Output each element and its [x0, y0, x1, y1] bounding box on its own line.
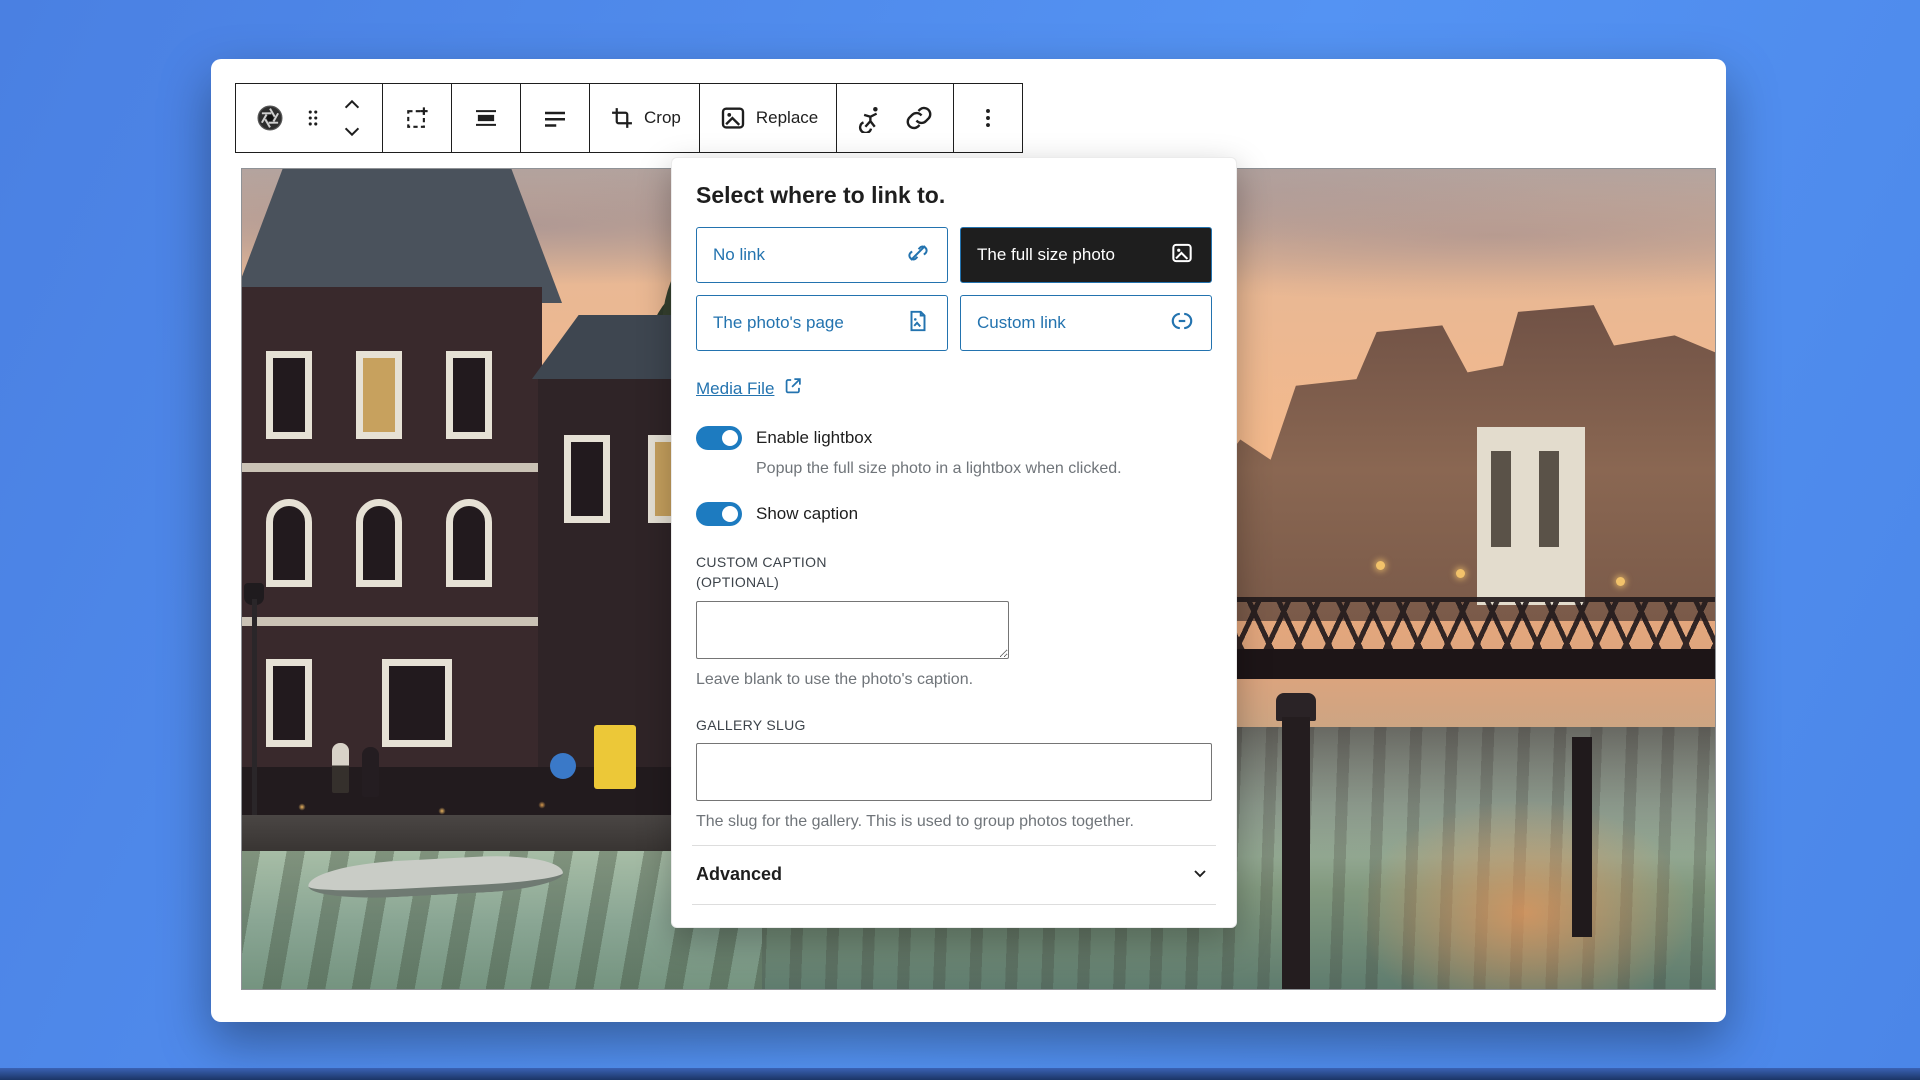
block-aperture-icon [255, 103, 285, 133]
link-settings-popover: Select where to link to. No link The ful… [671, 157, 1237, 928]
photo-building-left [241, 287, 542, 835]
crop-button[interactable]: Crop [600, 88, 689, 148]
align-none-icon [471, 103, 501, 133]
link-option-label: Custom link [977, 313, 1066, 333]
gallery-slug-label: GALLERY SLUG [696, 715, 1212, 735]
options-menu-icon [975, 103, 1001, 133]
link-option-label: No link [713, 245, 765, 265]
link-option-label: The photo's page [713, 313, 844, 333]
show-caption-label: Show caption [756, 504, 858, 524]
custom-caption-label: CUSTOM CAPTION (OPTIONAL) [696, 552, 866, 593]
photo-roof [241, 168, 562, 303]
page-image-icon [905, 308, 931, 339]
popover-title: Select where to link to. [696, 182, 1212, 209]
photo-yellow-sign [594, 725, 636, 789]
alignment-button[interactable] [462, 88, 510, 148]
advanced-label: Advanced [696, 864, 782, 885]
link-option-label: The full size photo [977, 245, 1115, 265]
move-up-button[interactable] [332, 90, 372, 118]
link-options-grid: No link The full size photo The photo's … [696, 227, 1212, 351]
link-option-full-size-photo[interactable]: The full size photo [960, 227, 1212, 283]
external-link-icon [782, 375, 804, 402]
gallery-slug-help: The slug for the gallery. This is used t… [696, 813, 1212, 831]
bottom-edge-bar [0, 1068, 1920, 1080]
photo-white-house [1477, 427, 1585, 605]
link-off-icon [905, 240, 931, 271]
photo-pedestrian [362, 747, 379, 797]
replace-button[interactable]: Replace [710, 88, 826, 148]
move-down-icon [341, 125, 363, 139]
block-toolbar: Crop Replace [235, 83, 1023, 153]
move-down-button[interactable] [332, 118, 372, 146]
advanced-section-button[interactable]: Advanced [696, 846, 1212, 904]
drag-handle[interactable] [294, 88, 332, 148]
replace-image-icon [718, 103, 748, 133]
drag-handle-icon [302, 105, 324, 131]
enable-lightbox-toggle[interactable] [696, 426, 742, 450]
image-icon [1169, 240, 1195, 271]
media-file-row: Media File [696, 375, 1212, 402]
media-file-label: Media File [696, 379, 774, 399]
crop-button-label: Crop [644, 108, 681, 128]
move-up-icon [341, 97, 363, 111]
custom-link-icon [1169, 308, 1195, 339]
block-type-button[interactable] [246, 88, 294, 148]
caption-button[interactable] [531, 88, 579, 148]
caption-lines-icon [540, 103, 570, 133]
chevron-down-icon [1188, 861, 1212, 888]
link-icon [904, 103, 934, 133]
select-frame-icon [402, 103, 432, 133]
link-option-no-link[interactable]: No link [696, 227, 948, 283]
photo-footbridge [1210, 597, 1715, 651]
advanced-divider-bottom [692, 904, 1216, 905]
link-button[interactable] [895, 88, 943, 148]
replace-button-label: Replace [756, 108, 818, 128]
accessibility-button[interactable] [847, 88, 895, 148]
custom-caption-input[interactable] [696, 601, 1009, 659]
photo-sunset-reflection [1355, 799, 1695, 989]
select-parent-button[interactable] [393, 88, 441, 148]
crop-icon [608, 104, 636, 132]
enable-lightbox-row: Enable lightbox [696, 426, 1212, 450]
enable-lightbox-label: Enable lightbox [756, 428, 872, 448]
media-file-link[interactable]: Media File [696, 375, 804, 402]
photo-pedestrian [332, 743, 349, 793]
photo-blue-sign [550, 753, 576, 779]
show-caption-toggle[interactable] [696, 502, 742, 526]
gallery-slug-input[interactable] [696, 743, 1212, 801]
custom-caption-help: Leave blank to use the photo's caption. [696, 671, 1212, 689]
link-option-custom-link[interactable]: Custom link [960, 295, 1212, 351]
enable-lightbox-help: Popup the full size photo in a lightbox … [696, 460, 1212, 478]
accessibility-icon [856, 103, 886, 133]
show-caption-row: Show caption [696, 502, 1212, 526]
link-option-photos-page[interactable]: The photo's page [696, 295, 948, 351]
photo-mooring-post [1572, 737, 1592, 937]
options-menu-button[interactable] [964, 88, 1012, 148]
